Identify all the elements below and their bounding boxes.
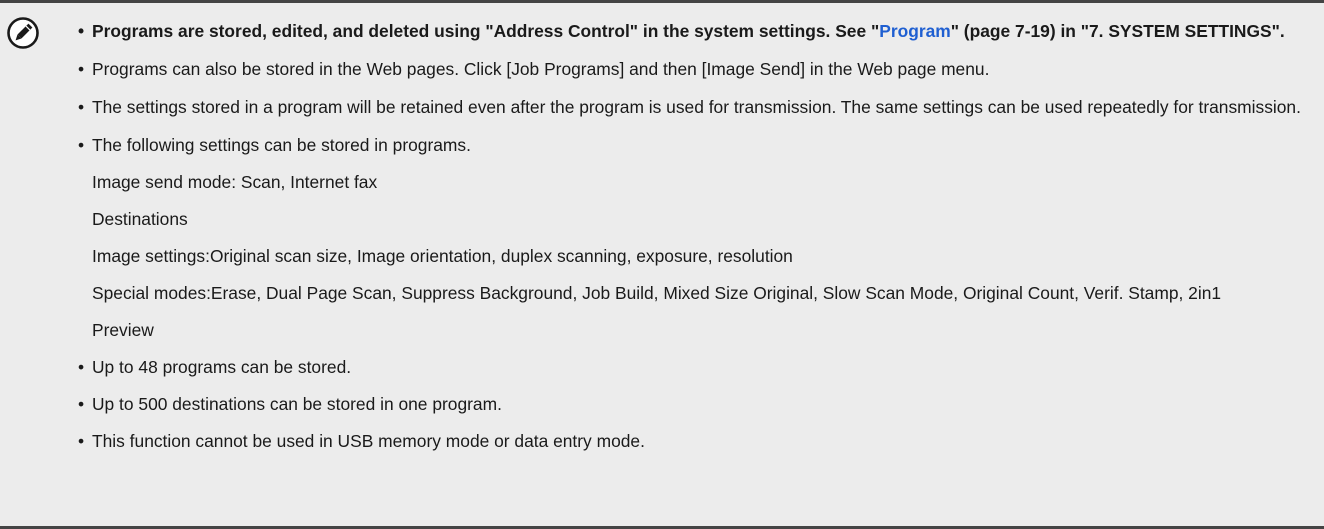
setting-preview: Preview bbox=[92, 320, 154, 340]
setting-image-send-mode: Image send mode: Scan, Internet fax bbox=[92, 172, 378, 192]
note-item-storable-settings: • The following settings can be stored i… bbox=[78, 135, 471, 155]
note-item-settings-retained: • The settings stored in a program will … bbox=[78, 97, 1301, 117]
setting-special-modes: Special modes: Erase, Dual Page Scan, Su… bbox=[92, 283, 1222, 303]
setting-destinations: Destinations bbox=[92, 209, 188, 229]
note-item-destination-limit: • Up to 500 destinations can be stored i… bbox=[78, 394, 502, 414]
note-content: • Programs are stored, edited, and delet… bbox=[78, 17, 1306, 455]
setting-image-settings: Image settings: Original scan size, Imag… bbox=[92, 246, 793, 266]
note-item-usb-restriction: • This function cannot be used in USB me… bbox=[78, 431, 645, 451]
note-item-web-pages: • Programs can also be stored in the Web… bbox=[78, 59, 990, 79]
note-box: • Programs are stored, edited, and delet… bbox=[0, 0, 1324, 529]
pencil-note-icon bbox=[7, 17, 39, 49]
note-item-program-limit: • Up to 48 programs can be stored. bbox=[78, 357, 352, 377]
program-link[interactable]: Program bbox=[879, 21, 951, 41]
note-item-address-control: • Programs are stored, edited, and delet… bbox=[78, 21, 1285, 41]
